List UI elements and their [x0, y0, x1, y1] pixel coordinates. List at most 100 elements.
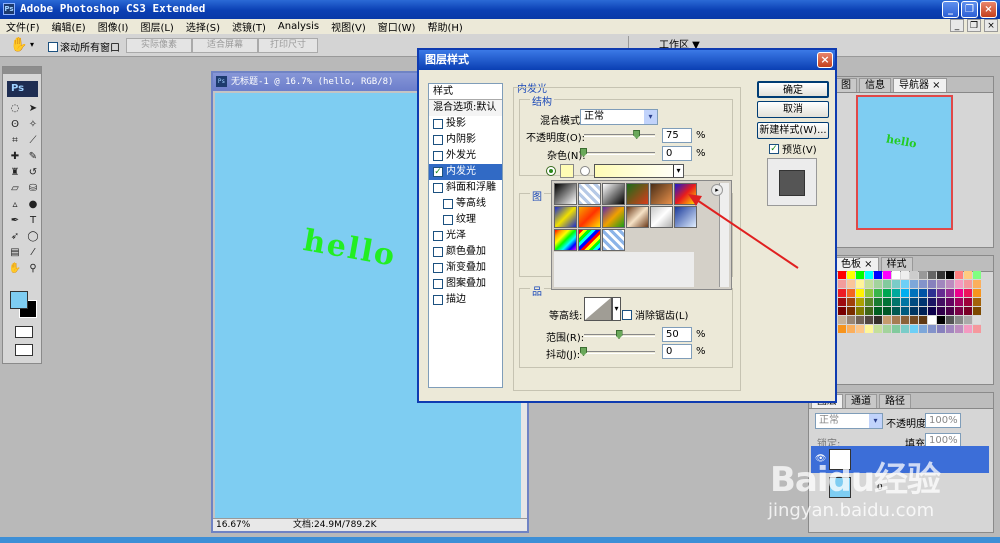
color-swatch[interactable] [883, 289, 891, 297]
noise-field[interactable]: 0 [662, 146, 692, 161]
glow-gradient-preview[interactable]: ▾ [594, 164, 684, 178]
layer-blend-mode-select[interactable]: 正常 ▾ [815, 413, 883, 429]
solid-color-radio[interactable] [546, 166, 556, 176]
navigator-thumbnail[interactable]: hello [856, 95, 953, 230]
gradient-preset-transparent-stripes[interactable] [602, 229, 625, 251]
actual-pixels-button[interactable]: 实际像素 [126, 38, 192, 53]
blend-options-item[interactable]: 混合选项:默认 [429, 100, 502, 116]
scroll-all-windows-checkbox[interactable]: 滚动所有窗口 [48, 39, 120, 54]
color-swatch[interactable] [847, 325, 855, 333]
contour-dropdown-arrow-icon[interactable]: ▾ [612, 297, 621, 321]
color-swatch[interactable] [964, 280, 972, 288]
color-swatch[interactable] [901, 298, 909, 306]
doc-minimize-button[interactable]: _ [950, 19, 964, 32]
style-list-header[interactable]: 样式 [429, 84, 502, 100]
color-swatch[interactable] [874, 298, 882, 306]
color-swatch[interactable] [838, 325, 846, 333]
color-swatch[interactable] [838, 280, 846, 288]
menu-window[interactable]: 窗口(W) [372, 19, 422, 34]
color-swatch[interactable] [892, 298, 900, 306]
style-item-checkbox[interactable] [433, 279, 443, 289]
color-swatch[interactable] [892, 280, 900, 288]
color-swatch[interactable] [937, 271, 945, 279]
color-swatch[interactable] [928, 280, 936, 288]
new-style-button[interactable]: 新建样式(W)... [757, 122, 829, 139]
crop-tool-icon[interactable]: ⌗ [7, 133, 23, 148]
menu-select[interactable]: 选择(S) [180, 19, 226, 34]
gradient-preset-transparent-rainbow[interactable] [578, 229, 601, 251]
color-swatch[interactable] [973, 271, 981, 279]
color-swatch[interactable] [928, 271, 936, 279]
color-swatch[interactable] [856, 298, 864, 306]
color-swatch[interactable] [847, 289, 855, 297]
screen-mode-button[interactable] [15, 344, 33, 356]
opacity-field[interactable]: 75 [662, 128, 692, 143]
color-swatch[interactable] [883, 271, 891, 279]
gradient-preset-blue-red-yellow[interactable] [674, 183, 697, 205]
style-item[interactable]: 图案叠加 [429, 276, 502, 292]
jitter-slider[interactable] [584, 351, 655, 354]
history-brush-tool-icon[interactable]: ↺ [25, 165, 41, 180]
style-item-checkbox[interactable] [433, 119, 443, 129]
layer-opacity-field[interactable]: 100% [925, 413, 961, 428]
clone-stamp-tool-icon[interactable]: ♜ [7, 165, 23, 180]
color-swatch[interactable] [964, 289, 972, 297]
gradient-preset-violet-orange[interactable] [602, 206, 625, 228]
color-swatch[interactable] [919, 316, 927, 324]
color-swatch[interactable] [856, 316, 864, 324]
color-swatch[interactable] [910, 316, 918, 324]
zoom-level[interactable]: 16.67% [216, 519, 250, 531]
color-swatch[interactable] [964, 316, 972, 324]
gradient-preset-spectrum[interactable] [554, 229, 577, 251]
color-swatch[interactable] [910, 307, 918, 315]
style-item[interactable]: 等高线 [429, 196, 502, 212]
slice-tool-icon[interactable]: ⟋ [25, 133, 41, 148]
gradient-preset-blue[interactable] [674, 206, 697, 228]
opacity-slider[interactable] [584, 134, 655, 137]
color-swatch[interactable] [838, 289, 846, 297]
hand-tool-small-icon[interactable]: ✋ [7, 261, 23, 276]
style-item-checkbox[interactable] [433, 135, 443, 145]
doc-close-button[interactable]: × [984, 19, 998, 32]
color-swatch[interactable] [937, 289, 945, 297]
tab-paths[interactable]: 路径 [879, 394, 911, 408]
style-item-checkbox[interactable] [443, 215, 453, 225]
color-swatch[interactable] [910, 271, 918, 279]
color-swatch[interactable] [928, 316, 936, 324]
color-swatch[interactable] [937, 298, 945, 306]
color-swatch[interactable] [946, 280, 954, 288]
color-swatch[interactable] [919, 280, 927, 288]
gradient-preset-brown[interactable] [650, 183, 673, 205]
style-item[interactable]: 内阴影 [429, 132, 502, 148]
tab-navigator[interactable]: 导航器 × [893, 78, 947, 92]
menu-view[interactable]: 视图(V) [325, 19, 372, 34]
ps-logo[interactable]: Ps [7, 81, 38, 97]
gradient-preset-orange-yellow[interactable] [578, 206, 601, 228]
antialias-checkbox[interactable]: 消除锯齿(L) [622, 307, 688, 322]
close-window-button[interactable]: × [980, 1, 997, 18]
color-swatch[interactable] [919, 271, 927, 279]
color-swatch[interactable] [973, 280, 981, 288]
color-swatch[interactable] [955, 316, 963, 324]
preview-checkbox[interactable]: ✓ 预览(V) [769, 141, 817, 156]
antialias-checkbox-box[interactable] [622, 309, 632, 320]
type-tool-icon[interactable]: T [25, 213, 41, 228]
gradient-preset-blue-yellow-blue[interactable] [554, 206, 577, 228]
color-swatch[interactable] [955, 307, 963, 315]
magic-wand-tool-icon[interactable]: ✧ [25, 117, 41, 132]
color-swatch[interactable] [964, 325, 972, 333]
color-swatch[interactable] [865, 271, 873, 279]
paint-bucket-tool-icon[interactable]: ⛁ [25, 181, 41, 196]
gradient-preset-copper[interactable] [626, 206, 649, 228]
color-swatch[interactable] [874, 316, 882, 324]
jitter-field[interactable]: 0 [662, 344, 692, 359]
color-swatch[interactable] [901, 280, 909, 288]
color-swatch[interactable] [865, 316, 873, 324]
swatch-grid[interactable] [838, 271, 983, 343]
eraser-tool-icon[interactable]: ▱ [7, 181, 23, 196]
style-item[interactable]: ✓ 内发光 [429, 164, 502, 180]
marquee-tool-icon[interactable]: ◌ [7, 101, 23, 116]
shape-tool-icon[interactable]: ◯ [25, 229, 41, 244]
color-swatch[interactable] [937, 307, 945, 315]
canvas-hello-text[interactable]: hello [301, 223, 399, 274]
